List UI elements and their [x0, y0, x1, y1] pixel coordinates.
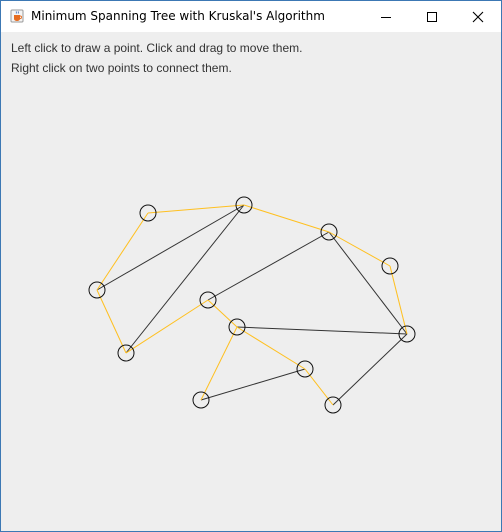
graph-area[interactable] — [1, 32, 501, 531]
close-icon — [472, 11, 484, 22]
edges-group — [96, 204, 408, 406]
close-button[interactable] — [455, 1, 501, 32]
mst-edge — [207, 299, 238, 328]
window-title: Minimum Spanning Tree with Kruskal's Alg… — [31, 9, 325, 23]
mst-edge — [304, 368, 334, 406]
mst-edge — [200, 326, 238, 401]
minimize-button[interactable] — [363, 1, 409, 32]
mst-edge — [243, 204, 330, 233]
maximize-button[interactable] — [409, 1, 455, 32]
graph-edge — [236, 326, 408, 335]
graph-edge — [328, 231, 408, 335]
mst-edge — [125, 299, 209, 354]
mst-edge — [147, 204, 245, 214]
nodes-group — [88, 196, 416, 414]
title-bar[interactable]: Minimum Spanning Tree with Kruskal's Alg… — [1, 1, 501, 32]
graph-edge — [125, 204, 245, 354]
graph-edge — [332, 333, 408, 406]
graph-edge — [207, 231, 330, 301]
mst-edge — [328, 231, 391, 267]
drawing-canvas[interactable]: Left click to draw a point. Click and dr… — [1, 32, 501, 531]
java-cup-icon — [10, 9, 24, 23]
minimize-icon — [381, 16, 391, 18]
mst-edge — [96, 212, 149, 291]
mst-edge — [389, 265, 408, 335]
graph-edge — [96, 204, 245, 291]
mst-edge — [96, 289, 127, 354]
mst-edge — [236, 326, 306, 370]
maximize-icon — [427, 11, 437, 22]
graph-edge — [200, 368, 306, 401]
app-window: Minimum Spanning Tree with Kruskal's Alg… — [0, 0, 502, 532]
